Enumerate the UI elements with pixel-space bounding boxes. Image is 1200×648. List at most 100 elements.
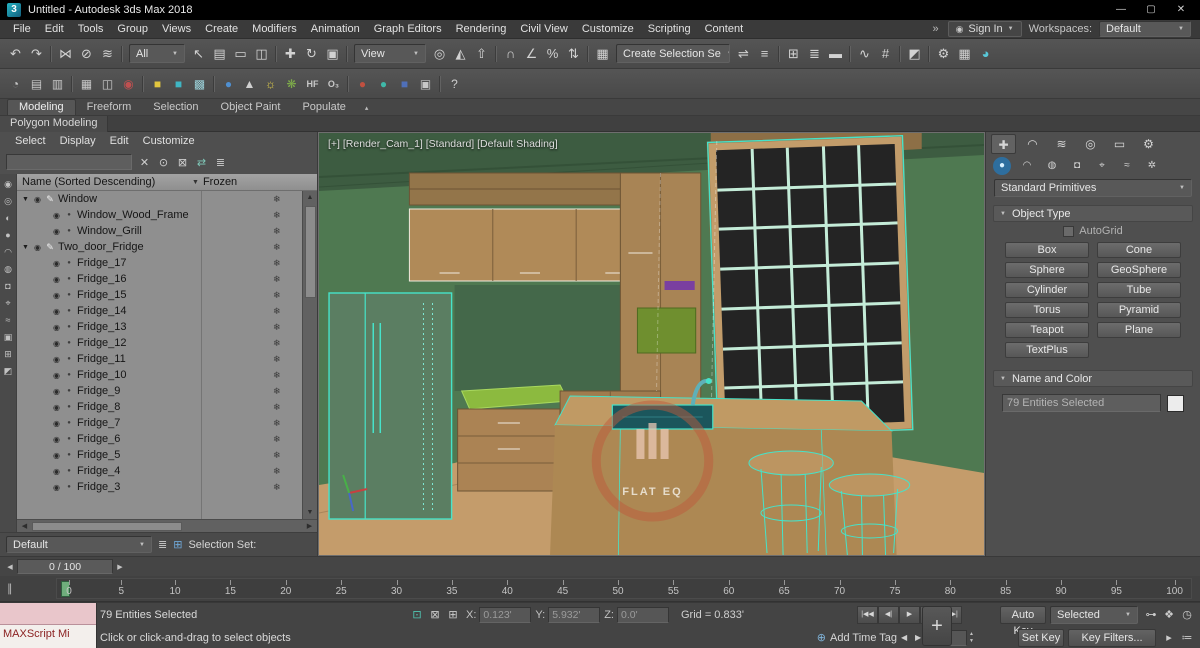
primitive-button[interactable]: Cone bbox=[1097, 242, 1181, 258]
redo-icon[interactable]: ↷ bbox=[26, 43, 47, 65]
frozen-snowflake-icon[interactable]: ❄ bbox=[273, 418, 281, 429]
primitive-button[interactable]: Torus bbox=[1005, 302, 1089, 318]
sync-selection-icon[interactable]: ⇄ bbox=[194, 156, 209, 169]
material-editor-icon[interactable]: ◩ bbox=[904, 43, 925, 65]
expand-arrow-icon[interactable]: ▼ bbox=[20, 244, 31, 251]
window-crossing-toggle-icon[interactable]: ◫ bbox=[251, 43, 272, 65]
search-input[interactable] bbox=[6, 154, 132, 170]
maxscript-label[interactable]: MAXScript Mi bbox=[0, 625, 96, 648]
tree-row[interactable]: ◉ ● Window_Wood_Frame ❄ bbox=[17, 207, 302, 223]
object-name[interactable]: Fridge_11 bbox=[75, 353, 126, 365]
frozen-snowflake-icon[interactable]: ❄ bbox=[273, 354, 281, 365]
show-geometry-icon[interactable]: ● bbox=[5, 227, 10, 244]
primitive-category-dropdown[interactable]: Standard Primitives ▼ bbox=[994, 179, 1192, 197]
toggle-layer-explorer-icon[interactable]: ≣ bbox=[804, 43, 825, 65]
expand-arrow-icon[interactable]: ▼ bbox=[20, 196, 31, 203]
red-sphere-icon[interactable]: ● bbox=[352, 73, 373, 95]
filter-icon[interactable]: ▼ bbox=[192, 179, 199, 186]
primitive-button[interactable]: GeoSphere bbox=[1097, 262, 1181, 278]
tree-row[interactable]: ◉ ● Fridge_12 ❄ bbox=[17, 335, 302, 351]
horizontal-scrollbar[interactable]: ◀ ▶ bbox=[17, 519, 317, 532]
toggle-scene-explorer-icon[interactable]: ⊞ bbox=[783, 43, 804, 65]
key-filters-button[interactable]: Key Filters... bbox=[1068, 628, 1156, 647]
motion-tab-icon[interactable]: ◎ bbox=[1078, 134, 1103, 154]
menu-item[interactable]: Civil View bbox=[513, 20, 574, 38]
menu-item[interactable]: Graph Editors bbox=[367, 20, 449, 38]
container-icon[interactable]: ▣ bbox=[415, 73, 436, 95]
visibility-eye-icon[interactable]: ◉ bbox=[50, 355, 63, 364]
undo-icon[interactable]: ↶ bbox=[5, 43, 26, 65]
explorer-menu-item[interactable]: Customize bbox=[136, 135, 202, 147]
visibility-eye-icon[interactable]: ◉ bbox=[50, 451, 63, 460]
hf-utility-icon[interactable]: HF bbox=[302, 73, 323, 95]
tree-row[interactable]: ◉ ● Window_Grill ❄ bbox=[17, 223, 302, 239]
named-selection-sets-dropdown[interactable]: Create Selection Se ▼ bbox=[616, 44, 730, 63]
frozen-snowflake-icon[interactable]: ❄ bbox=[273, 226, 281, 237]
visibility-eye-icon[interactable]: ◉ bbox=[50, 467, 63, 476]
select-object-icon[interactable]: ↖ bbox=[188, 43, 209, 65]
viewport-label[interactable]: [+] [Render_Cam_1] [Standard] [Default S… bbox=[328, 138, 558, 150]
object-name[interactable]: Fridge_8 bbox=[75, 401, 120, 413]
spinner-precision-icon[interactable]: ≔ bbox=[1178, 631, 1196, 644]
frozen-snowflake-icon[interactable]: ❄ bbox=[273, 242, 281, 253]
visibility-eye-icon[interactable]: ◉ bbox=[50, 419, 63, 428]
show-shapes-icon[interactable]: ◠ bbox=[4, 244, 12, 261]
time-configuration-icon[interactable]: ◷ bbox=[1178, 608, 1196, 621]
visibility-eye-icon[interactable]: ◉ bbox=[31, 195, 44, 204]
frozen-column-header[interactable]: Frozen bbox=[203, 176, 237, 188]
show-cameras-icon[interactable]: ◘ bbox=[5, 278, 10, 295]
selection-set-dropdown[interactable]: Default ▼ bbox=[6, 536, 152, 553]
tree-row[interactable]: ▼ ◉ ✎ Window ❄ bbox=[17, 191, 302, 207]
tree-row[interactable]: ◉ ● Fridge_5 ❄ bbox=[17, 447, 302, 463]
name-column-header[interactable]: Name (Sorted Descending) bbox=[22, 176, 190, 188]
previous-key-icon[interactable]: ◀ bbox=[897, 633, 911, 642]
tree-row[interactable]: ◉ ● Fridge_3 ❄ bbox=[17, 479, 302, 495]
previous-frame-arrow-icon[interactable]: ◀ bbox=[3, 563, 17, 571]
visibility-eye-icon[interactable]: ◉ bbox=[50, 435, 63, 444]
teal-material-icon[interactable]: ■ bbox=[168, 73, 189, 95]
water-drop-icon[interactable]: ● bbox=[218, 73, 239, 95]
menu-item[interactable]: Content bbox=[698, 20, 751, 38]
yellow-material-icon[interactable]: ■ bbox=[147, 73, 168, 95]
object-name[interactable]: Fridge_5 bbox=[75, 449, 120, 461]
show-none-icon[interactable]: ◎ bbox=[4, 193, 12, 210]
show-xrefs-icon[interactable]: ⊞ bbox=[4, 346, 12, 363]
menu-item[interactable]: Views bbox=[155, 20, 198, 38]
render-setup-icon[interactable]: ⚙ bbox=[933, 43, 954, 65]
maximize-icon[interactable]: ▢ bbox=[1136, 0, 1166, 20]
utilities-tab-icon[interactable]: ⚙ bbox=[1136, 134, 1161, 154]
visibility-eye-icon[interactable]: ◉ bbox=[50, 211, 63, 220]
visibility-eye-icon[interactable]: ◉ bbox=[50, 275, 63, 284]
object-name[interactable]: Fridge_3 bbox=[75, 481, 120, 493]
visibility-eye-icon[interactable]: ◉ bbox=[50, 307, 63, 316]
next-frame-arrow-icon[interactable]: ▶ bbox=[113, 563, 127, 571]
tree-row[interactable]: ◉ ● Fridge_15 ❄ bbox=[17, 287, 302, 303]
select-and-manipulate-icon[interactable]: ◭ bbox=[450, 43, 471, 65]
column-chooser-icon[interactable]: ≣ bbox=[213, 156, 228, 169]
edit-named-sets-icon[interactable]: ≣ bbox=[158, 538, 167, 551]
frozen-snowflake-icon[interactable]: ❄ bbox=[273, 306, 281, 317]
object-name[interactable]: Window_Grill bbox=[75, 225, 142, 237]
selection-filter-dropdown[interactable]: All ▼ bbox=[129, 44, 185, 63]
object-name[interactable]: Window bbox=[56, 193, 97, 205]
object-name[interactable]: Two_door_Fridge bbox=[56, 241, 144, 253]
show-all-icon[interactable]: ◉ bbox=[4, 176, 12, 193]
tree-row[interactable]: ◉ ● Fridge_4 ❄ bbox=[17, 463, 302, 479]
set-keys-button[interactable]: + bbox=[922, 606, 952, 646]
spinner-down-icon[interactable]: ▼ bbox=[969, 638, 974, 645]
use-pivot-point-icon[interactable]: ◎ bbox=[429, 43, 450, 65]
tree-row[interactable]: ◉ ● Fridge_16 ❄ bbox=[17, 271, 302, 287]
visibility-eye-icon[interactable]: ◉ bbox=[50, 323, 63, 332]
ribbon-tab[interactable]: Populate bbox=[291, 100, 356, 115]
undo-view-icon[interactable]: ◔ bbox=[5, 73, 26, 95]
frozen-snowflake-icon[interactable]: ❄ bbox=[273, 322, 281, 333]
edit-named-selection-sets-icon[interactable]: ▦ bbox=[592, 43, 613, 65]
primitive-button[interactable]: Box bbox=[1005, 242, 1089, 258]
bind-to-space-warp-icon[interactable]: ≋ bbox=[97, 43, 118, 65]
frozen-snowflake-icon[interactable]: ❄ bbox=[273, 290, 281, 301]
lights-category-icon[interactable]: ◍ bbox=[1043, 157, 1061, 175]
systems-category-icon[interactable]: ✲ bbox=[1143, 157, 1161, 175]
render-production-icon[interactable]: ◕ bbox=[975, 43, 996, 65]
scroll-up-icon[interactable]: ▲ bbox=[307, 191, 314, 204]
menu-item[interactable]: Tools bbox=[71, 20, 111, 38]
